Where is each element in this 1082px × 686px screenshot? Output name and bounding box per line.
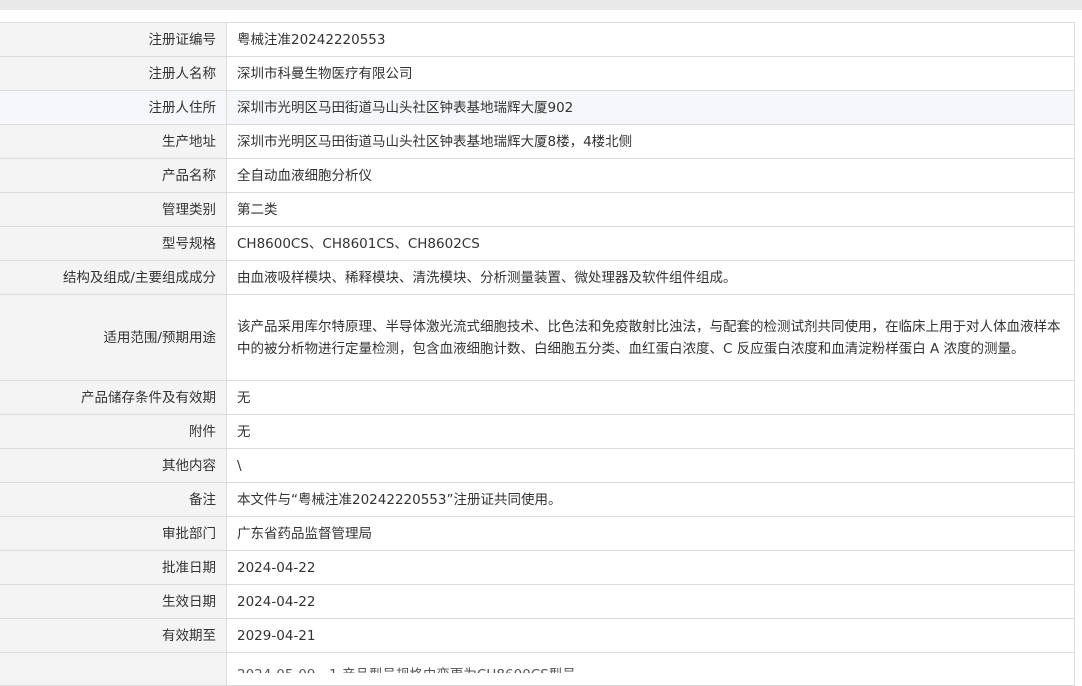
change-history-text: 2024-05-09，1.产品型号规格由变更为CH8600CS型号，…… bbox=[237, 664, 1064, 673]
field-label: 适用范围/预期用途 bbox=[0, 294, 227, 381]
field-value: 深圳市光明区马田街道马山头社区钟表基地瑞辉大厦902 bbox=[226, 90, 1075, 125]
table-row: 注册证编号 粤械注准20242220553 bbox=[0, 22, 1075, 57]
field-value: 本文件与“粤械注准20242220553”注册证共同使用。 bbox=[226, 482, 1075, 517]
table-row: 附件 无 bbox=[0, 414, 1075, 449]
field-value: 由血液吸样模块、稀释模块、清洗模块、分析测量装置、微处理器及软件组件组成。 bbox=[226, 260, 1075, 295]
table-row: 管理类别 第二类 bbox=[0, 192, 1075, 227]
field-label bbox=[0, 652, 227, 686]
field-label: 生产地址 bbox=[0, 124, 227, 159]
table-row: 结构及组成/主要组成成分 由血液吸样模块、稀释模块、清洗模块、分析测量装置、微处… bbox=[0, 260, 1075, 295]
field-value: 无 bbox=[226, 414, 1075, 449]
field-label: 其他内容 bbox=[0, 448, 227, 483]
field-value: \ bbox=[226, 448, 1075, 483]
field-value: 2024-04-22 bbox=[226, 550, 1075, 585]
table-row: 适用范围/预期用途 该产品采用库尔特原理、半导体激光流式细胞技术、比色法和免疫散… bbox=[0, 294, 1075, 381]
table-row: 批准日期 2024-04-22 bbox=[0, 550, 1075, 585]
field-label: 注册证编号 bbox=[0, 22, 227, 57]
field-label: 注册人住所 bbox=[0, 90, 227, 125]
field-label: 批准日期 bbox=[0, 550, 227, 585]
field-label: 备注 bbox=[0, 482, 227, 517]
field-value: 2029-04-21 bbox=[226, 618, 1075, 653]
field-label: 审批部门 bbox=[0, 516, 227, 551]
field-value: 粤械注准20242220553 bbox=[226, 22, 1075, 57]
table-row: 型号规格 CH8600CS、CH8601CS、CH8602CS bbox=[0, 226, 1075, 261]
field-value: 无 bbox=[226, 380, 1075, 415]
table-row: 生效日期 2024-04-22 bbox=[0, 584, 1075, 619]
field-label: 有效期至 bbox=[0, 618, 227, 653]
field-label: 型号规格 bbox=[0, 226, 227, 261]
table-row: 注册人名称 深圳市科曼生物医疗有限公司 bbox=[0, 56, 1075, 91]
table-row: 有效期至 2029-04-21 bbox=[0, 618, 1075, 653]
field-label: 注册人名称 bbox=[0, 56, 227, 91]
field-value: 深圳市科曼生物医疗有限公司 bbox=[226, 56, 1075, 91]
field-label: 产品名称 bbox=[0, 158, 227, 193]
field-value: 2024-05-09，1.产品型号规格由变更为CH8600CS型号，…… bbox=[226, 652, 1075, 686]
table-row: 产品名称 全自动血液细胞分析仪 bbox=[0, 158, 1075, 193]
registration-detail-table: 注册证编号 粤械注准20242220553 注册人名称 深圳市科曼生物医疗有限公… bbox=[0, 22, 1075, 686]
table-row: 其他内容 \ bbox=[0, 448, 1075, 483]
field-value: CH8600CS、CH8601CS、CH8602CS bbox=[226, 226, 1075, 261]
field-value: 深圳市光明区马田街道马山头社区钟表基地瑞辉大厦8楼，4楼北侧 bbox=[226, 124, 1075, 159]
table-row: 备注 本文件与“粤械注准20242220553”注册证共同使用。 bbox=[0, 482, 1075, 517]
field-label: 产品储存条件及有效期 bbox=[0, 380, 227, 415]
field-value: 第二类 bbox=[226, 192, 1075, 227]
field-value: 广东省药品监督管理局 bbox=[226, 516, 1075, 551]
top-toolbar-strip bbox=[0, 0, 1082, 10]
field-label: 结构及组成/主要组成成分 bbox=[0, 260, 227, 295]
table-row: 2024-05-09，1.产品型号规格由变更为CH8600CS型号，…… bbox=[0, 652, 1075, 686]
field-value: 2024-04-22 bbox=[226, 584, 1075, 619]
field-label: 附件 bbox=[0, 414, 227, 449]
table-row: 审批部门 广东省药品监督管理局 bbox=[0, 516, 1075, 551]
table-row: 生产地址 深圳市光明区马田街道马山头社区钟表基地瑞辉大厦8楼，4楼北侧 bbox=[0, 124, 1075, 159]
field-value: 全自动血液细胞分析仪 bbox=[226, 158, 1075, 193]
table-row: 注册人住所 深圳市光明区马田街道马山头社区钟表基地瑞辉大厦902 bbox=[0, 90, 1075, 125]
field-label: 生效日期 bbox=[0, 584, 227, 619]
field-value: 该产品采用库尔特原理、半导体激光流式细胞技术、比色法和免疫散射比浊法，与配套的检… bbox=[226, 294, 1075, 381]
field-label: 管理类别 bbox=[0, 192, 227, 227]
table-row: 产品储存条件及有效期 无 bbox=[0, 380, 1075, 415]
